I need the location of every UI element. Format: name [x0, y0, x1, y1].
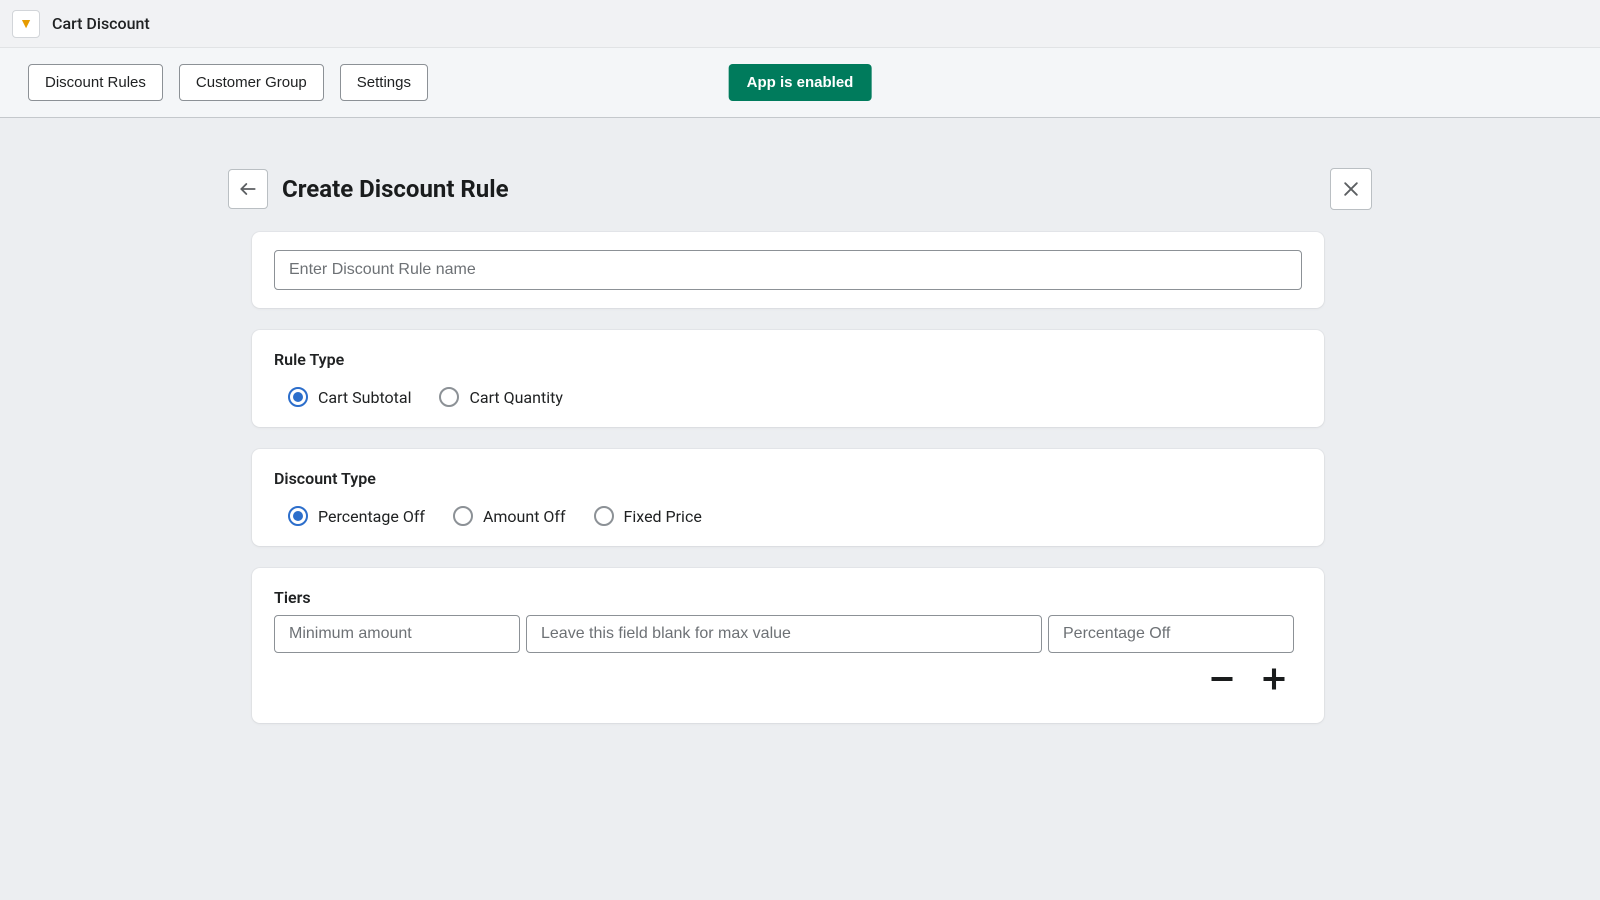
card-tiers: Tiers — [252, 568, 1324, 723]
page-inner: Create Discount Rule Rule Type Cart Subt… — [228, 168, 1372, 723]
rule-type-label: Rule Type — [274, 350, 1302, 369]
close-button[interactable] — [1330, 168, 1372, 210]
toolbar: Discount Rules Customer Group Settings A… — [0, 48, 1600, 118]
back-button[interactable] — [228, 169, 268, 209]
app-icon-glyph: ▼ — [19, 17, 33, 31]
radio-label: Percentage Off — [318, 507, 425, 526]
plus-icon — [1260, 665, 1288, 693]
rule-name-input[interactable] — [274, 250, 1302, 290]
page-header: Create Discount Rule — [228, 168, 1372, 210]
arrow-left-icon — [238, 179, 258, 199]
radio-cart-subtotal[interactable]: Cart Subtotal — [288, 387, 411, 407]
card-rule-type: Rule Type Cart Subtotal Cart Quantity — [252, 330, 1324, 427]
app-status-button[interactable]: App is enabled — [729, 64, 872, 101]
radio-label: Cart Quantity — [469, 388, 562, 407]
tier-pct-input[interactable] — [1048, 615, 1294, 653]
radio-label: Amount Off — [483, 507, 566, 526]
radio-indicator — [594, 506, 614, 526]
tab-customer-group[interactable]: Customer Group — [179, 64, 324, 101]
card-rule-name — [252, 232, 1324, 308]
radio-percentage-off[interactable]: Percentage Off — [288, 506, 425, 526]
discount-type-options: Percentage Off Amount Off Fixed Price — [274, 506, 1302, 526]
minus-icon — [1208, 665, 1236, 693]
tier-controls — [274, 665, 1302, 693]
close-icon — [1341, 179, 1361, 199]
add-tier-button[interactable] — [1260, 665, 1288, 693]
card-discount-type: Discount Type Percentage Off Amount Off … — [252, 449, 1324, 546]
rule-type-options: Cart Subtotal Cart Quantity — [274, 387, 1302, 407]
app-title: Cart Discount — [52, 14, 150, 33]
page-title: Create Discount Rule — [282, 175, 1316, 203]
discount-type-label: Discount Type — [274, 469, 1302, 488]
radio-label: Fixed Price — [624, 507, 702, 526]
radio-amount-off[interactable]: Amount Off — [453, 506, 566, 526]
radio-indicator — [288, 387, 308, 407]
remove-tier-button[interactable] — [1208, 665, 1236, 693]
radio-label: Cart Subtotal — [318, 388, 411, 407]
radio-indicator — [439, 387, 459, 407]
page-container: Create Discount Rule Rule Type Cart Subt… — [0, 118, 1600, 773]
radio-fixed-price[interactable]: Fixed Price — [594, 506, 702, 526]
app-title-bar: ▼ Cart Discount — [0, 0, 1600, 48]
toolbar-tabs: Discount Rules Customer Group Settings — [28, 64, 428, 101]
app-icon: ▼ — [12, 10, 40, 38]
tier-row — [274, 615, 1302, 653]
radio-cart-quantity[interactable]: Cart Quantity — [439, 387, 562, 407]
tier-max-input[interactable] — [526, 615, 1042, 653]
tiers-label: Tiers — [274, 588, 1302, 607]
radio-indicator — [288, 506, 308, 526]
radio-indicator — [453, 506, 473, 526]
tier-min-input[interactable] — [274, 615, 520, 653]
tab-settings[interactable]: Settings — [340, 64, 428, 101]
tab-discount-rules[interactable]: Discount Rules — [28, 64, 163, 101]
